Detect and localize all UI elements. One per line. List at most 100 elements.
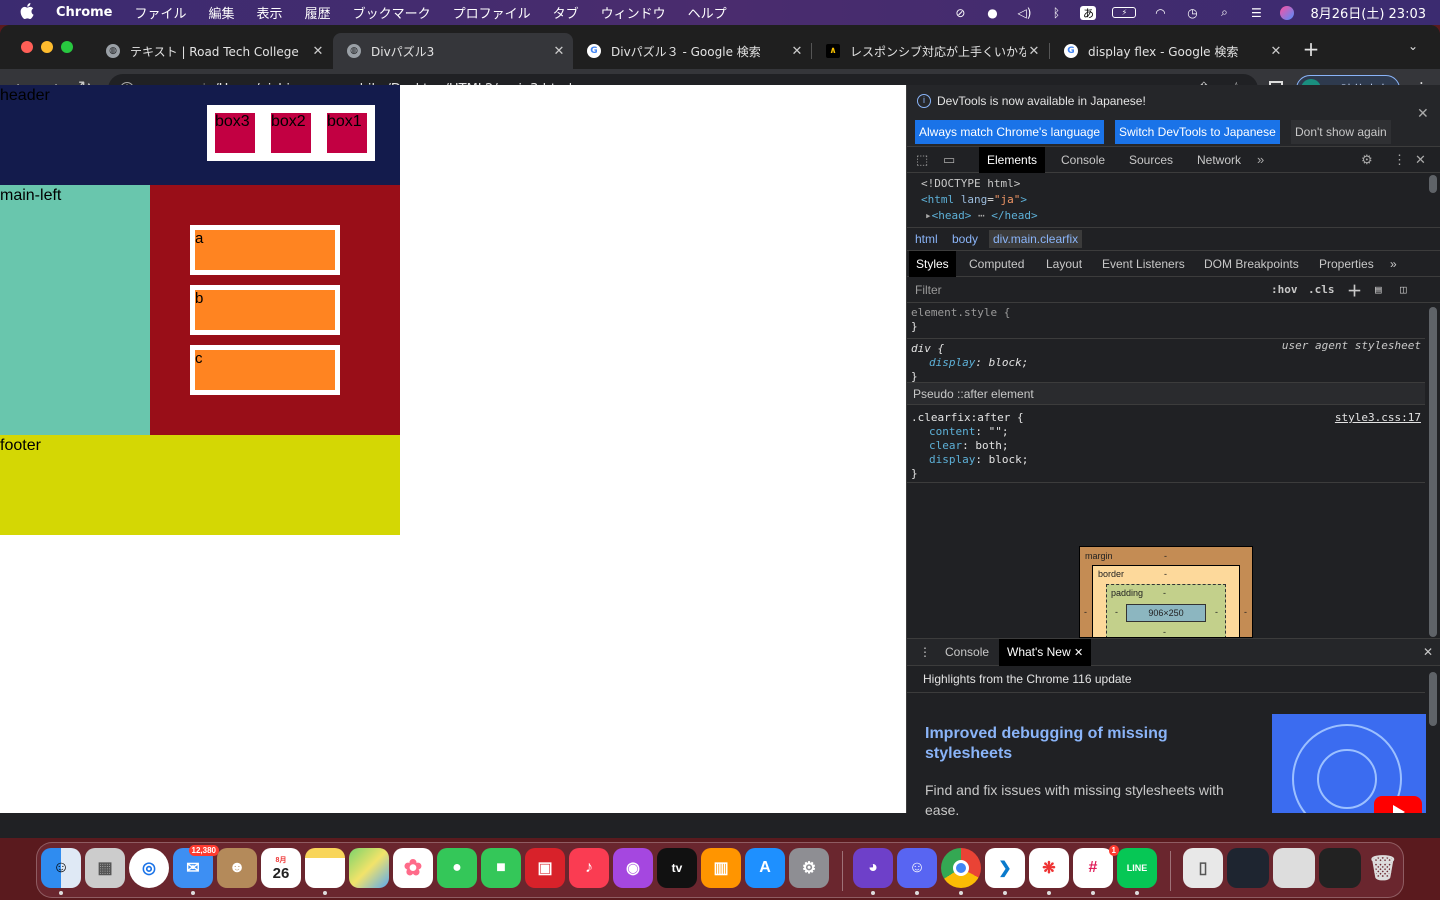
recent-window-thumbnail-icon[interactable] bbox=[1319, 848, 1361, 888]
tab-properties[interactable]: Properties bbox=[1312, 251, 1381, 277]
menu-tab[interactable]: タブ bbox=[553, 3, 579, 22]
tab-google-search-flex[interactable]: G display flex - Google 検索 ✕ bbox=[1050, 33, 1290, 69]
menu-edit[interactable]: 編集 bbox=[209, 3, 235, 22]
tab-google-search-div[interactable]: G Divパズル３ - Google 検索 ✕ bbox=[573, 33, 811, 69]
hov-toggle[interactable]: :hov bbox=[1271, 283, 1298, 296]
settings-gear-icon[interactable]: ⚙ bbox=[1361, 152, 1373, 168]
close-tab-icon[interactable]: ✕ bbox=[310, 44, 326, 59]
trash-icon[interactable]: 🗑 bbox=[1363, 848, 1403, 888]
mute-icon[interactable]: ⊘ bbox=[952, 6, 968, 20]
box-model-margin-right[interactable]: - bbox=[1244, 607, 1247, 617]
close-infobar-icon[interactable]: ✕ bbox=[1417, 105, 1429, 122]
slack-icon[interactable]: #1 bbox=[1073, 845, 1119, 888]
cls-toggle[interactable]: .cls bbox=[1308, 283, 1335, 296]
tab-dom-breakpoints[interactable]: DOM Breakpoints bbox=[1197, 251, 1306, 277]
tab-elements[interactable]: Elements bbox=[979, 147, 1046, 173]
dom-head-node[interactable]: ▸<head> ⋯ </head> bbox=[921, 208, 1440, 224]
launchpad-icon[interactable]: ▦ bbox=[85, 848, 125, 888]
close-tab-icon[interactable]: ✕ bbox=[1268, 44, 1284, 59]
volume-icon[interactable]: ◁) bbox=[1016, 6, 1032, 20]
device-toolbar-icon[interactable]: ▭ bbox=[943, 152, 955, 168]
match-chrome-language-button[interactable]: Always match Chrome's language bbox=[915, 120, 1105, 144]
youtube-play-icon[interactable] bbox=[1374, 796, 1422, 813]
spotlight-icon[interactable]: ⌕ bbox=[1216, 5, 1232, 20]
menu-help[interactable]: ヘルプ bbox=[688, 3, 727, 22]
tab-search-chevron-icon[interactable]: ⌄ bbox=[1408, 39, 1418, 53]
element-state-icon[interactable]: ▤ bbox=[1375, 283, 1382, 296]
photos-icon[interactable]: ✿ bbox=[393, 848, 433, 888]
podcasts-icon[interactable]: ◉ bbox=[613, 848, 653, 888]
whats-new-scrollbar[interactable] bbox=[1429, 672, 1437, 726]
tab-console[interactable]: Console bbox=[1053, 147, 1113, 173]
document-icon[interactable]: ▯ bbox=[1183, 848, 1223, 888]
rule-clearfix-after[interactable]: .clearfix:after { style3.css:17 content:… bbox=[907, 405, 1425, 483]
inspect-element-icon[interactable]: ⬚ bbox=[916, 152, 928, 168]
input-method-icon[interactable]: あ bbox=[1080, 5, 1097, 20]
close-window-button[interactable] bbox=[21, 41, 33, 53]
notes-icon[interactable] bbox=[305, 848, 345, 888]
system-settings-icon[interactable]: ⚙ bbox=[789, 848, 829, 888]
apple-tv-icon[interactable]: tv bbox=[657, 848, 697, 888]
box-model-margin-top[interactable]: - bbox=[1164, 551, 1167, 561]
toggle-sidebar-icon[interactable]: ◫ bbox=[1400, 283, 1407, 296]
close-tab-icon[interactable]: ✕ bbox=[1026, 44, 1042, 59]
new-rule-icon[interactable]: ＋ bbox=[1347, 280, 1362, 301]
tab-event-listeners[interactable]: Event Listeners bbox=[1095, 251, 1192, 277]
menu-profiles[interactable]: プロファイル bbox=[453, 3, 531, 22]
recent-window-thumbnail-icon[interactable] bbox=[1273, 848, 1315, 888]
tab-styles[interactable]: Styles bbox=[909, 251, 956, 277]
breadcrumb-body[interactable]: body bbox=[952, 232, 978, 246]
rule-source-link[interactable]: style3.css:17 bbox=[1335, 411, 1421, 425]
finder-icon[interactable]: ☺ bbox=[41, 848, 81, 888]
drawer-menu-icon[interactable]: ⋮ bbox=[911, 639, 939, 666]
control-center-icon[interactable]: ☰ bbox=[1248, 6, 1264, 20]
tab-network[interactable]: Network bbox=[1189, 147, 1249, 173]
github-icon[interactable]: ◕ bbox=[853, 848, 893, 888]
tab-road-tech-college[interactable]: ◍ テキスト | Road Tech College ✕ bbox=[92, 33, 332, 69]
whats-new-title[interactable]: Improved debugging of missing stylesheet… bbox=[925, 724, 1245, 764]
time-machine-icon[interactable]: ◷ bbox=[1184, 6, 1200, 20]
music-icon[interactable]: ♪ bbox=[569, 848, 609, 888]
box-model-padding-bottom[interactable]: - bbox=[1163, 627, 1166, 637]
box-model-margin-left[interactable]: - bbox=[1084, 607, 1087, 617]
menubar-datetime[interactable]: 8月26日(土) 23:03 bbox=[1310, 3, 1426, 22]
dom-html-node[interactable]: <html lang="ja"> bbox=[921, 192, 1440, 208]
safari-icon[interactable]: ◎ bbox=[129, 848, 169, 888]
chrome-icon[interactable] bbox=[941, 848, 981, 888]
filter-input[interactable]: Filter bbox=[915, 283, 942, 297]
menu-history[interactable]: 履歴 bbox=[305, 3, 331, 22]
maps-icon[interactable] bbox=[349, 848, 389, 888]
davinci-icon[interactable]: ❋ bbox=[1029, 848, 1069, 888]
zoom-window-button[interactable] bbox=[61, 41, 73, 53]
books-icon[interactable]: ▥ bbox=[701, 848, 741, 888]
whats-new-video-thumbnail[interactable] bbox=[1272, 714, 1426, 813]
more-subtabs-icon[interactable]: » bbox=[1383, 251, 1404, 277]
close-drawer-icon[interactable]: ✕ bbox=[1415, 639, 1440, 666]
rule-div[interactable]: div { user agent stylesheet display: blo… bbox=[907, 339, 1425, 383]
box-model-padding-top[interactable]: - bbox=[1163, 588, 1166, 598]
dont-show-again-button[interactable]: Don't show again bbox=[1291, 120, 1391, 144]
drawer-tab-whats-new[interactable]: What's New ✕ bbox=[999, 639, 1092, 666]
line-icon[interactable]: LINE bbox=[1117, 848, 1157, 888]
breadcrumb-div-main[interactable]: div.main.clearfix bbox=[989, 230, 1083, 248]
more-tabs-icon[interactable]: » bbox=[1257, 152, 1264, 167]
menu-file[interactable]: ファイル bbox=[135, 3, 187, 22]
expand-triangle-icon[interactable]: ▸ bbox=[925, 209, 932, 222]
close-tab-icon[interactable]: ✕ bbox=[789, 44, 805, 59]
customize-menu-icon[interactable]: ⋮ bbox=[1393, 152, 1406, 168]
menu-bookmarks[interactable]: ブックマーク bbox=[353, 3, 431, 22]
discord-icon[interactable]: ☺ bbox=[897, 848, 937, 888]
drawer-tab-console[interactable]: Console bbox=[937, 639, 997, 666]
contacts-icon[interactable]: ☻ bbox=[217, 848, 257, 888]
apple-icon[interactable] bbox=[20, 2, 38, 23]
menu-window[interactable]: ウィンドウ bbox=[601, 3, 666, 22]
dom-doctype[interactable]: <!DOCTYPE html> bbox=[921, 176, 1440, 192]
vscode-icon[interactable]: ❯ bbox=[985, 848, 1025, 888]
photo-booth-icon[interactable]: ▣ bbox=[525, 848, 565, 888]
tab-layout[interactable]: Layout bbox=[1039, 251, 1089, 277]
tab-computed[interactable]: Computed bbox=[962, 251, 1031, 277]
close-tab-icon[interactable]: ✕ bbox=[551, 44, 567, 59]
box-model-border-top[interactable]: - bbox=[1164, 569, 1167, 579]
app-store-icon[interactable]: A bbox=[745, 848, 785, 888]
box-model-padding-left[interactable]: - bbox=[1115, 607, 1118, 617]
